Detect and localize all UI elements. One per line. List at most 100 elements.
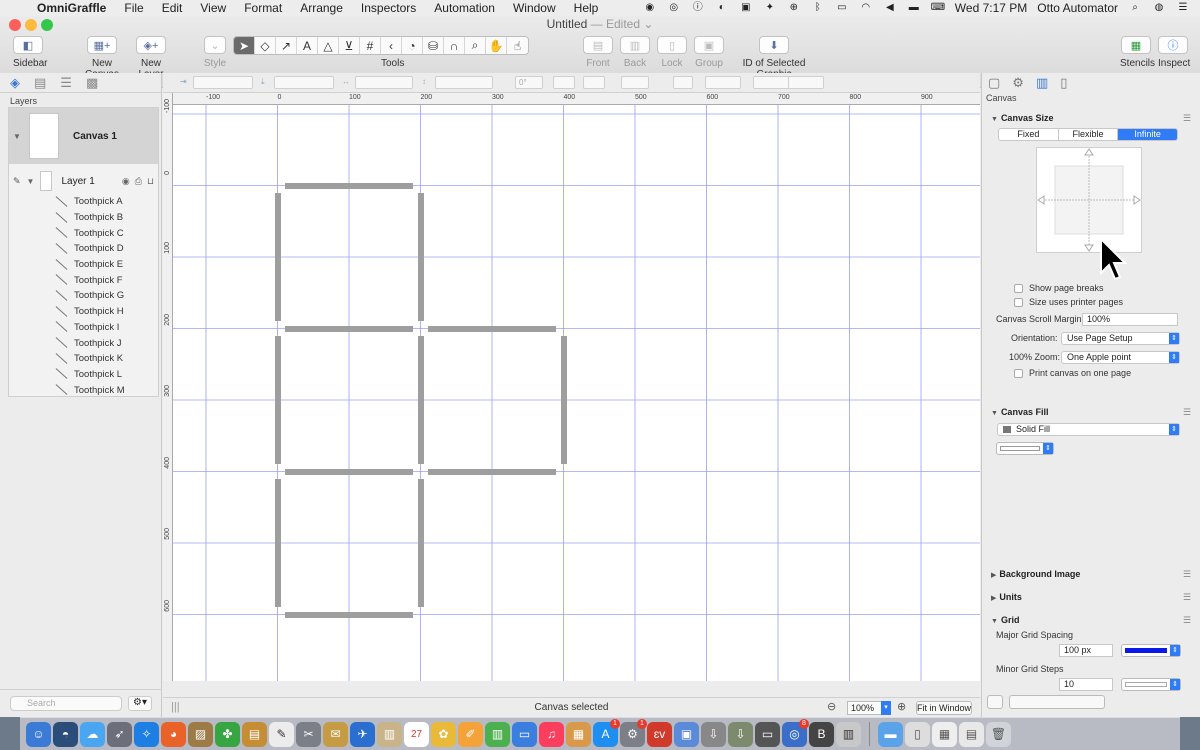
fixed-size-option[interactable]: Fixed [999, 129, 1059, 140]
safari-icon[interactable]: ✧ [134, 721, 159, 747]
status-icon-3[interactable]: ⓘ [691, 2, 705, 14]
status-icon-5[interactable]: ▣ [739, 2, 753, 14]
section-disclosure-icon[interactable]: ▼ [991, 410, 998, 417]
fit-in-window-button[interactable]: Fit in Window [916, 701, 972, 715]
properties-inspector-tab-icon[interactable]: ⚙ [1012, 75, 1024, 91]
y-position-field[interactable] [274, 76, 334, 89]
zoom-out-icon[interactable]: ⊖ [827, 700, 836, 713]
toothpick-shape[interactable] [561, 336, 567, 464]
keynote-icon[interactable]: ▭ [512, 721, 537, 747]
omnigraffle-icon[interactable]: ✤ [215, 721, 240, 747]
icloud-icon[interactable]: ☁ [80, 721, 105, 747]
orientation-dropdown[interactable]: Use Page Setup ⇕ [1061, 332, 1180, 345]
siri-icon[interactable]: ◍ [1152, 2, 1166, 14]
toothpick-shape[interactable] [275, 193, 281, 321]
toothpick-shape[interactable] [285, 326, 413, 332]
drawing-canvas[interactable] [173, 105, 980, 681]
airplay-icon[interactable]: ▭ [835, 2, 849, 14]
canvas-fill-color-well[interactable]: ⇕ [996, 442, 1054, 455]
rocket-icon[interactable]: ➶ [107, 721, 132, 747]
menubar-clock[interactable]: Wed 7:17 PM [955, 1, 1027, 15]
document-icon[interactable]: ▯ [905, 721, 930, 747]
archive-icon[interactable]: ⇩ [728, 721, 753, 747]
rotate-button[interactable] [583, 76, 605, 89]
toothpick-shape[interactable] [428, 469, 556, 475]
toothpick-shape[interactable] [418, 479, 424, 607]
zoom-in-icon[interactable]: ⊕ [897, 700, 906, 713]
eye-icon[interactable]: ◉ [122, 176, 130, 187]
stroke-style-dropdown[interactable] [621, 76, 649, 89]
units-section[interactable]: ▶ Units ☰ [982, 592, 1200, 602]
graffle-document-icon[interactable]: ▤ [959, 721, 984, 747]
toothpick-shape[interactable] [275, 479, 281, 607]
canvas-size-section[interactable]: ▼ Canvas Size ☰ [982, 113, 1200, 123]
spotlight-icon[interactable]: ⌕ [1128, 2, 1142, 14]
text-field[interactable] [705, 76, 741, 89]
rubber-stamp-tool-icon[interactable]: ⛁ [423, 37, 444, 54]
xcode-icon[interactable]: ✈ [350, 721, 375, 747]
canvas-fill-section[interactable]: ▼ Canvas Fill ☰ [982, 407, 1200, 417]
style-button[interactable]: ⌄ Style [202, 36, 228, 69]
shape-tool-icon[interactable]: ◇ [255, 37, 276, 54]
firefox-icon[interactable]: ◕ [161, 721, 186, 747]
section-menu-icon[interactable]: ☰ [1183, 592, 1191, 603]
line-style-dropdown[interactable] [753, 76, 793, 89]
zoom-dropdown-icon[interactable]: ▾ [881, 701, 891, 715]
toothpick-shape[interactable] [285, 612, 413, 618]
section-menu-icon[interactable]: ☰ [1183, 569, 1191, 580]
trash-icon[interactable]: 🗑︎ [986, 721, 1011, 747]
canvas-inspector-tab-icon[interactable]: ▥ [1036, 75, 1048, 91]
menubar-user[interactable]: Otto Automator [1037, 1, 1118, 15]
app-store-icon[interactable]: A1 [593, 718, 620, 747]
pencil-icon[interactable]: ✎ [13, 176, 21, 187]
sidebar-button[interactable]: ◧ Sidebar [13, 36, 47, 69]
section-menu-icon[interactable]: ☰ [1183, 407, 1191, 418]
inspector-bottom-field[interactable] [1009, 695, 1105, 709]
gear-icon[interactable]: ⚙▾ [128, 695, 152, 711]
unlock-icon[interactable]: ⊔ [147, 176, 154, 187]
menu-format[interactable]: Format [235, 1, 291, 15]
minor-grid-color-well[interactable]: ⇕ [1121, 678, 1181, 691]
checkbox-icon[interactable] [1014, 283, 1023, 293]
notification-center-icon[interactable]: ☰ [1176, 2, 1190, 14]
menu-edit[interactable]: Edit [153, 1, 192, 15]
canvas-drawing[interactable] [173, 105, 980, 681]
canvases-tab-icon[interactable]: ▤ [34, 75, 46, 91]
infinite-size-option[interactable]: Infinite [1118, 129, 1177, 140]
zoom-tool-icon[interactable]: ⌕ [465, 37, 486, 54]
menu-automation[interactable]: Automation [425, 1, 504, 15]
finder-icon[interactable]: ☺ [26, 721, 51, 747]
grid-section[interactable]: ▼ Grid ☰ [982, 615, 1200, 625]
textedit-icon[interactable]: ✎ [269, 721, 294, 747]
battery-icon[interactable]: ▬ [907, 2, 921, 14]
point-editor-tool-icon[interactable]: ⊻ [339, 37, 360, 54]
status-icon-1[interactable]: ◉ [643, 2, 657, 14]
section-menu-icon[interactable]: ☰ [1183, 113, 1191, 124]
menu-app[interactable]: OmniGraffle [28, 1, 115, 15]
layer-object-item[interactable]: Toothpick B [9, 210, 158, 226]
layer-object-item[interactable]: Toothpick K [9, 351, 158, 367]
zoom-unit-dropdown[interactable]: One Apple point ⇕ [1061, 351, 1180, 364]
style-brush-tool-icon[interactable]: ‹ [381, 37, 402, 54]
menu-file[interactable]: File [115, 1, 152, 15]
terminal-icon[interactable]: ▭ [755, 721, 780, 747]
wifi-icon[interactable]: ◠ [859, 2, 873, 14]
toothpick-shape[interactable] [428, 326, 556, 332]
music-icon[interactable]: ♫ [539, 721, 564, 747]
scroll-margin-field[interactable]: 100% [1082, 313, 1178, 326]
layer-object-item[interactable]: Toothpick F [9, 272, 158, 288]
front-button[interactable]: ▤ Front [583, 36, 613, 69]
document-inspector-tab-icon[interactable]: ▯ [1060, 75, 1067, 91]
preview-icon[interactable]: ▨ [188, 721, 213, 747]
folder-icon[interactable]: ▬ [878, 721, 903, 747]
diagram-tool-icon[interactable]: # [360, 37, 381, 54]
installer-icon[interactable]: ⇩ [701, 721, 726, 747]
ev-app-icon[interactable]: ɛv [647, 721, 672, 747]
print-one-page-checkbox[interactable]: Print canvas on one page [1014, 368, 1131, 378]
back-button[interactable]: ▥ Back [620, 36, 650, 69]
toothpick-shape[interactable] [285, 183, 413, 189]
layers-search-input[interactable]: Search [10, 695, 122, 711]
layer-object-item[interactable]: Toothpick L [9, 367, 158, 383]
x-position-field[interactable] [193, 76, 253, 89]
pen-tool-icon[interactable]: △ [318, 37, 339, 54]
